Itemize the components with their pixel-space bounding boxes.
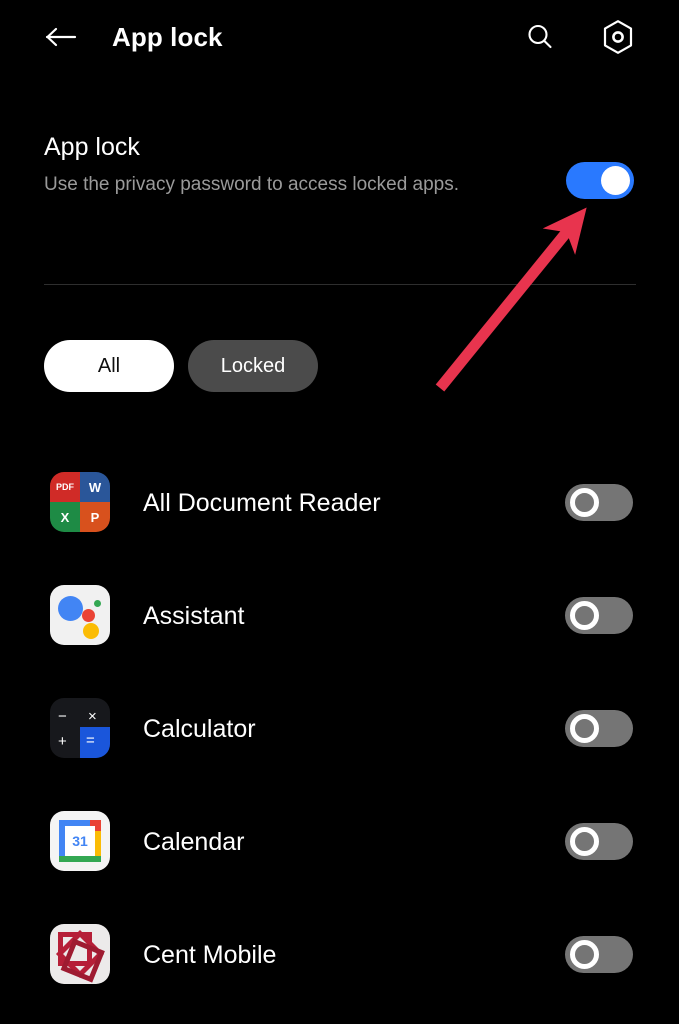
- section-divider: [44, 284, 636, 285]
- list-item[interactable]: − × + = Calculator: [0, 673, 679, 786]
- list-item[interactable]: Assistant: [0, 560, 679, 673]
- calculator-times-glyph: ×: [88, 708, 97, 725]
- assistant-green-dot: [94, 600, 101, 607]
- filter-chip-group: All Locked: [0, 340, 679, 392]
- app-lock-master-setting: App lock Use the privacy password to acc…: [0, 118, 679, 248]
- calculator-minus-glyph: −: [58, 708, 67, 725]
- calculator-equals-glyph: =: [86, 732, 95, 749]
- app-name: All Document Reader: [143, 489, 381, 517]
- assistant-blue-dot: [58, 596, 83, 621]
- toggle-knob: [570, 940, 599, 969]
- cent-mobile-icon: [50, 924, 110, 984]
- app-lock-master-toggle[interactable]: [566, 162, 634, 199]
- filter-chip-all[interactable]: All: [44, 340, 174, 392]
- toggle-knob: [570, 714, 599, 743]
- pdf-quadrant-label: PDF: [50, 472, 80, 502]
- app-lock-toggle[interactable]: [565, 710, 633, 747]
- assistant-red-dot: [82, 609, 95, 622]
- app-name: Calendar: [143, 828, 245, 856]
- back-arrow-icon[interactable]: [41, 18, 81, 56]
- list-item[interactable]: Cent Mobile: [0, 899, 679, 1012]
- toggle-knob: [601, 166, 630, 195]
- google-assistant-icon: [50, 585, 110, 645]
- master-setting-description: Use the privacy password to access locke…: [44, 174, 460, 195]
- filter-chip-locked-label: Locked: [220, 354, 286, 377]
- page-title: App lock: [112, 22, 223, 52]
- toggle-knob: [570, 827, 599, 856]
- excel-quadrant-label: X: [50, 502, 80, 532]
- list-item[interactable]: 31 Calendar: [0, 786, 679, 899]
- app-lock-toggle[interactable]: [565, 484, 633, 521]
- all-document-reader-icon: PDF W X P: [50, 472, 110, 532]
- master-setting-title: App lock: [44, 133, 140, 161]
- ppt-quadrant-label: P: [80, 502, 110, 532]
- calculator-plus-glyph: +: [58, 733, 67, 750]
- cent-pinwheel-mark: [55, 929, 105, 983]
- toggle-knob: [570, 488, 599, 517]
- toggle-knob: [570, 601, 599, 630]
- calculator-icon: − × + =: [50, 698, 110, 758]
- calendar-day-number: 31: [65, 826, 95, 856]
- list-item[interactable]: PDF W X P All Document Reader: [0, 447, 679, 560]
- app-name: Cent Mobile: [143, 941, 277, 969]
- filter-chip-locked[interactable]: Locked: [188, 340, 318, 392]
- calendar-bottom-bar: [59, 856, 101, 862]
- app-lock-screen: App lock App lock Use the privacy passwo…: [0, 0, 679, 1024]
- google-calendar-icon: 31: [50, 811, 110, 871]
- app-lock-toggle[interactable]: [565, 597, 633, 634]
- app-lock-toggle[interactable]: [565, 936, 633, 973]
- search-icon[interactable]: [519, 16, 561, 58]
- list-item-partial[interactable]: [0, 1012, 679, 1024]
- assistant-yellow-dot: [83, 623, 99, 639]
- word-quadrant-label: W: [80, 472, 110, 502]
- app-list: PDF W X P All Document Reader Assistant …: [0, 447, 679, 1024]
- hexagon-settings-icon[interactable]: [597, 16, 639, 58]
- app-name: Calculator: [143, 715, 256, 743]
- calculator-blue-quadrant: [80, 727, 110, 758]
- app-bar: App lock: [0, 0, 679, 74]
- app-name: Assistant: [143, 602, 245, 630]
- filter-chip-all-label: All: [97, 354, 121, 377]
- app-lock-toggle[interactable]: [565, 823, 633, 860]
